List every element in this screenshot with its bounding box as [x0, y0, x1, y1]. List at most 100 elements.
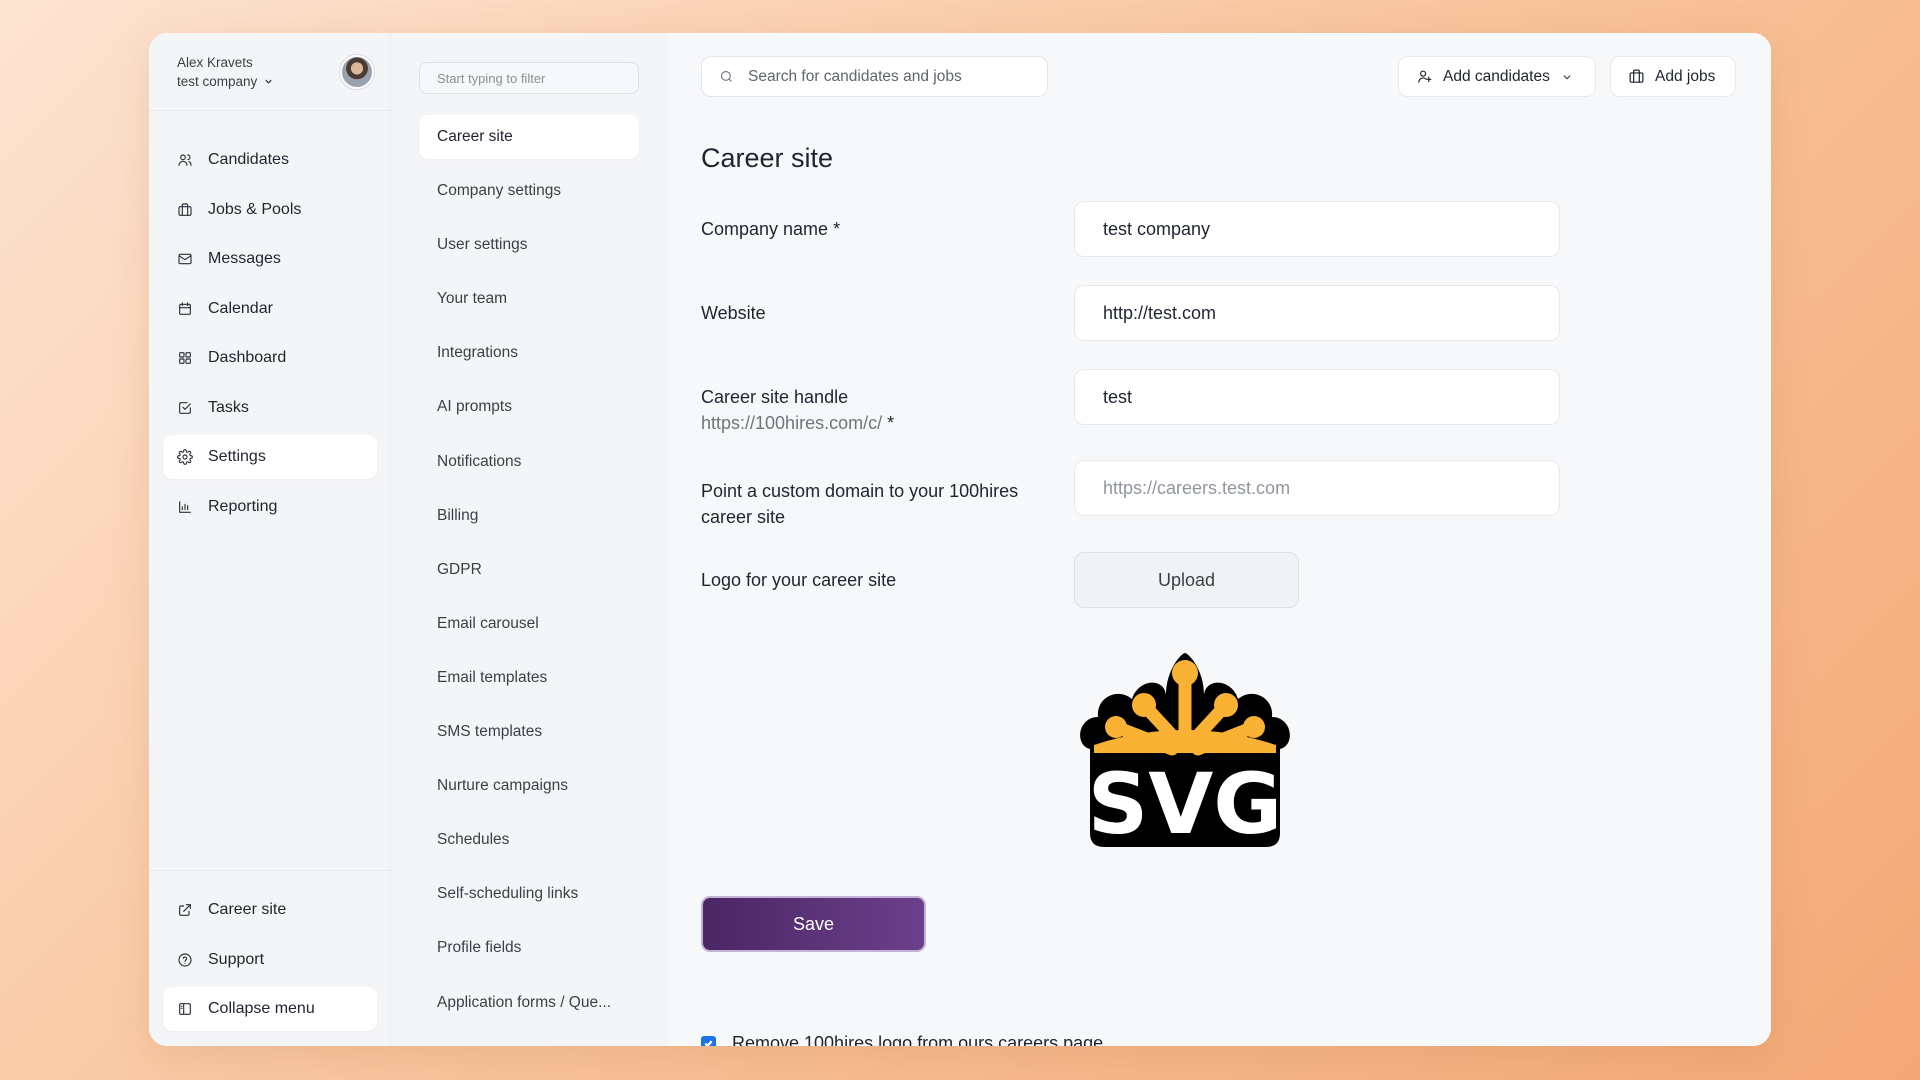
bar-chart-icon — [179, 500, 191, 513]
custom-domain-label: Point a custom domain to your 100hires c… — [701, 481, 1019, 527]
nav-label: Jobs & Pools — [208, 200, 302, 218]
handle-prefix-url: https://100hires.com/c/ — [701, 413, 883, 433]
nav-item-reporting[interactable]: Reporting — [163, 485, 377, 529]
settings-item-email-carousel[interactable]: Email carousel — [419, 602, 639, 646]
nav-item-tasks[interactable]: Tasks — [163, 386, 377, 430]
add-jobs-label: Add jobs — [1655, 67, 1716, 85]
add-candidates-button[interactable]: Add candidates — [1398, 56, 1596, 97]
avatar[interactable] — [340, 55, 374, 89]
nav-label: Collapse menu — [208, 1000, 315, 1017]
website-field[interactable] — [1074, 285, 1560, 341]
custom-domain-field[interactable] — [1074, 460, 1560, 516]
settings-item-application-forms[interactable]: Application forms / Que... — [419, 981, 639, 1025]
settings-item-notifications[interactable]: Notifications — [419, 440, 639, 484]
add-jobs-button[interactable]: Add jobs — [1610, 56, 1736, 97]
remove-logo-option[interactable]: Remove 100hires logo from ours careers p… — [701, 1033, 1103, 1046]
user-name: Alex Kravets — [177, 55, 253, 70]
nav-label: Tasks — [208, 398, 249, 416]
company-name: test company — [177, 74, 258, 89]
company-name-label: Company name * — [701, 216, 840, 242]
settings-item-career-site[interactable]: Career site — [419, 115, 639, 159]
briefcase-icon — [1629, 69, 1644, 83]
website-label: Website — [701, 303, 766, 323]
settings-item-gdpr[interactable]: GDPR — [419, 548, 639, 592]
company-name-label-text: Company name — [701, 219, 829, 239]
sidebar: Alex Kravets test company Candidates Job… — [149, 33, 391, 1046]
sidebar-icon — [179, 1003, 191, 1015]
remove-logo-checkbox[interactable] — [701, 1036, 716, 1046]
settings-item-profile-fields[interactable]: Profile fields — [419, 926, 639, 970]
main-nav: Candidates Jobs & Pools Messages Calenda… — [163, 138, 377, 534]
settings-item-sms-templates[interactable]: SMS templates — [419, 710, 639, 754]
help-circle-icon — [178, 952, 192, 967]
settings-item-nurture-campaigns[interactable]: Nurture campaigns — [419, 764, 639, 808]
user-plus-icon — [1418, 70, 1432, 83]
career-site-handle-label-text: Career site handle — [701, 387, 849, 407]
nav-item-settings[interactable]: Settings — [163, 435, 377, 479]
company-name-field[interactable] — [1074, 201, 1560, 257]
career-site-handle-field[interactable] — [1074, 369, 1560, 425]
upload-button[interactable]: Upload — [1074, 552, 1299, 608]
settings-item-email-templates[interactable]: Email templates — [419, 656, 639, 700]
calendar-icon — [179, 301, 191, 315]
nav-label: Calendar — [208, 299, 273, 317]
gear-icon — [177, 449, 193, 465]
nav-item-candidates[interactable]: Candidates — [163, 138, 377, 182]
nav-item-dashboard[interactable]: Dashboard — [163, 336, 377, 380]
nav-item-career-site[interactable]: Career site — [163, 888, 377, 932]
company-switcher[interactable]: test company — [177, 74, 274, 89]
collapse-menu-button[interactable]: Collapse menu — [163, 987, 377, 1031]
settings-item-company-settings[interactable]: Company settings — [419, 169, 639, 213]
nav-label: Dashboard — [208, 349, 287, 366]
chevron-down-icon — [1563, 74, 1571, 79]
settings-filter-input[interactable] — [419, 62, 639, 94]
app-window: Alex Kravets test company Candidates Job… — [149, 33, 1771, 1046]
global-search[interactable] — [701, 56, 1048, 97]
settings-item-ai-prompts[interactable]: AI prompts — [419, 385, 639, 429]
settings-item-user-settings[interactable]: User settings — [419, 223, 639, 267]
nav-label: Settings — [208, 448, 266, 465]
nav-label: Candidates — [208, 151, 289, 168]
settings-menu: Career site Company settings User settin… — [391, 33, 668, 1046]
required-mark: * — [833, 219, 841, 239]
search-input[interactable] — [748, 67, 1038, 86]
check-square-icon — [179, 401, 191, 414]
sidebar-footer: Career site Support Collapse menu — [149, 870, 391, 1031]
mail-icon — [178, 253, 192, 265]
svg-logo-mark: SVG — [1080, 653, 1290, 849]
main-content: Add candidates Add jobs Career site Comp… — [668, 33, 1771, 1046]
settings-item-schedules[interactable]: Schedules — [419, 818, 639, 862]
settings-item-billing[interactable]: Billing — [419, 494, 639, 538]
users-icon — [178, 154, 192, 166]
chevron-down-icon — [265, 79, 273, 84]
logo-preview: SVG — [1080, 653, 1290, 849]
external-link-icon — [179, 904, 191, 916]
briefcase-icon — [178, 202, 192, 216]
career-site-handle-label: Career site handle https://100hires.com/… — [701, 384, 894, 436]
nav-label: Messages — [208, 250, 281, 267]
settings-item-self-scheduling-links[interactable]: Self-scheduling links — [419, 872, 639, 916]
required-mark: * — [887, 413, 895, 433]
nav-item-messages[interactable]: Messages — [163, 237, 377, 281]
nav-label: Support — [208, 950, 265, 968]
save-button[interactable]: Save — [701, 896, 926, 952]
nav-label: Career site — [208, 901, 287, 918]
nav-item-calendar[interactable]: Calendar — [163, 287, 377, 331]
footer-nav: Career site Support Collapse menu — [163, 888, 377, 1037]
check-icon — [704, 1040, 713, 1046]
nav-item-jobs-pools[interactable]: Jobs & Pools — [163, 188, 377, 232]
grid-icon — [179, 352, 191, 364]
search-icon — [720, 70, 732, 82]
add-candidates-label: Add candidates — [1443, 67, 1550, 85]
handle-prefix: https://100hires.com/c/ * — [701, 410, 894, 436]
logo-label: Logo for your career site — [701, 570, 897, 590]
settings-item-your-team[interactable]: Your team — [419, 277, 639, 321]
settings-item-integrations[interactable]: Integrations — [419, 331, 639, 375]
nav-item-support[interactable]: Support — [163, 938, 377, 982]
user-menu[interactable]: Alex Kravets test company — [149, 33, 391, 111]
remove-logo-label: Remove 100hires logo from ours careers p… — [732, 1033, 1104, 1046]
page-title: Career site — [701, 143, 834, 173]
logo-text: SVG — [1088, 755, 1282, 849]
settings-menu-list: Career site Company settings User settin… — [419, 115, 639, 1035]
nav-label: Reporting — [208, 497, 278, 515]
